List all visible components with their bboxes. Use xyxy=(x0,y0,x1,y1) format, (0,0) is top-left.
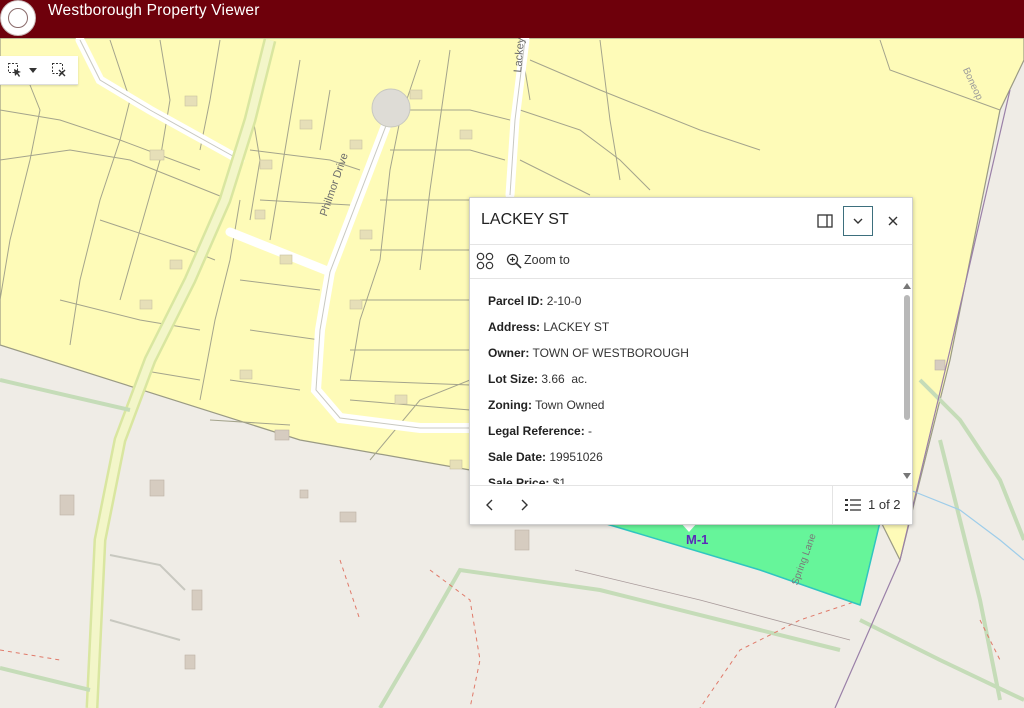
selection-toolbar xyxy=(0,56,78,85)
list-icon xyxy=(845,499,861,511)
field-owner: Owner: TOWN OF WESTBOROUGH xyxy=(488,346,689,360)
next-feature-button[interactable] xyxy=(514,495,534,515)
grid-dots-icon xyxy=(476,252,494,270)
caret-down-icon[interactable] xyxy=(26,59,40,81)
collapse-button[interactable] xyxy=(843,206,873,236)
zone-label: M-1 xyxy=(686,532,709,547)
chevron-down-icon xyxy=(853,218,863,224)
pager-count: 1 of 2 xyxy=(868,497,901,512)
scroll-thumb[interactable] xyxy=(904,295,910,420)
scroll-down-icon[interactable] xyxy=(903,473,911,479)
clear-selection-icon[interactable] xyxy=(48,59,70,81)
town-seal-logo xyxy=(0,0,36,36)
field-address: Address: LACKEY ST xyxy=(488,320,610,334)
field-legal-reference: Legal Reference: - xyxy=(488,424,593,438)
close-button[interactable] xyxy=(878,206,908,236)
field-parcel-id: Parcel ID: 2-10-0 xyxy=(488,294,582,308)
popup-scrollbar[interactable] xyxy=(902,279,912,484)
popup-header: LACKEY ST xyxy=(470,198,912,245)
chevron-left-icon xyxy=(486,499,493,511)
dock-button[interactable] xyxy=(810,206,840,236)
select-arrow-icon[interactable] xyxy=(4,59,26,81)
scroll-up-icon[interactable] xyxy=(903,283,911,289)
close-icon xyxy=(888,216,898,226)
app-header: Westborough Property Viewer xyxy=(0,0,1024,38)
popup-footer: 1 of 2 xyxy=(470,485,912,524)
chevron-right-icon xyxy=(521,499,528,511)
popup-actions: Zoom to xyxy=(470,244,912,279)
popup-content: Parcel ID: 2-10-0 Address: LACKEY ST Own… xyxy=(470,279,902,484)
field-sale-price: Sale Price: $1 xyxy=(488,476,567,484)
field-sale-date: Sale Date: 19951026 xyxy=(488,450,603,464)
zoom-to-label: Zoom to xyxy=(524,253,570,267)
zoom-to-button[interactable]: Zoom to xyxy=(504,250,604,272)
dock-icon xyxy=(817,214,833,228)
previous-feature-button[interactable] xyxy=(480,495,500,515)
app-title: Westborough Property Viewer xyxy=(48,2,260,19)
field-lot-size: Lot Size: 3.66 ac. xyxy=(488,372,588,386)
options-button[interactable] xyxy=(476,252,494,275)
feature-popup: LACKEY ST Zoom to Parcel ID: 2-10-0 Addr… xyxy=(469,197,913,525)
field-zoning: Zoning: Town Owned xyxy=(488,398,605,412)
zoom-in-icon xyxy=(506,253,522,269)
popup-title: LACKEY ST xyxy=(481,211,569,228)
